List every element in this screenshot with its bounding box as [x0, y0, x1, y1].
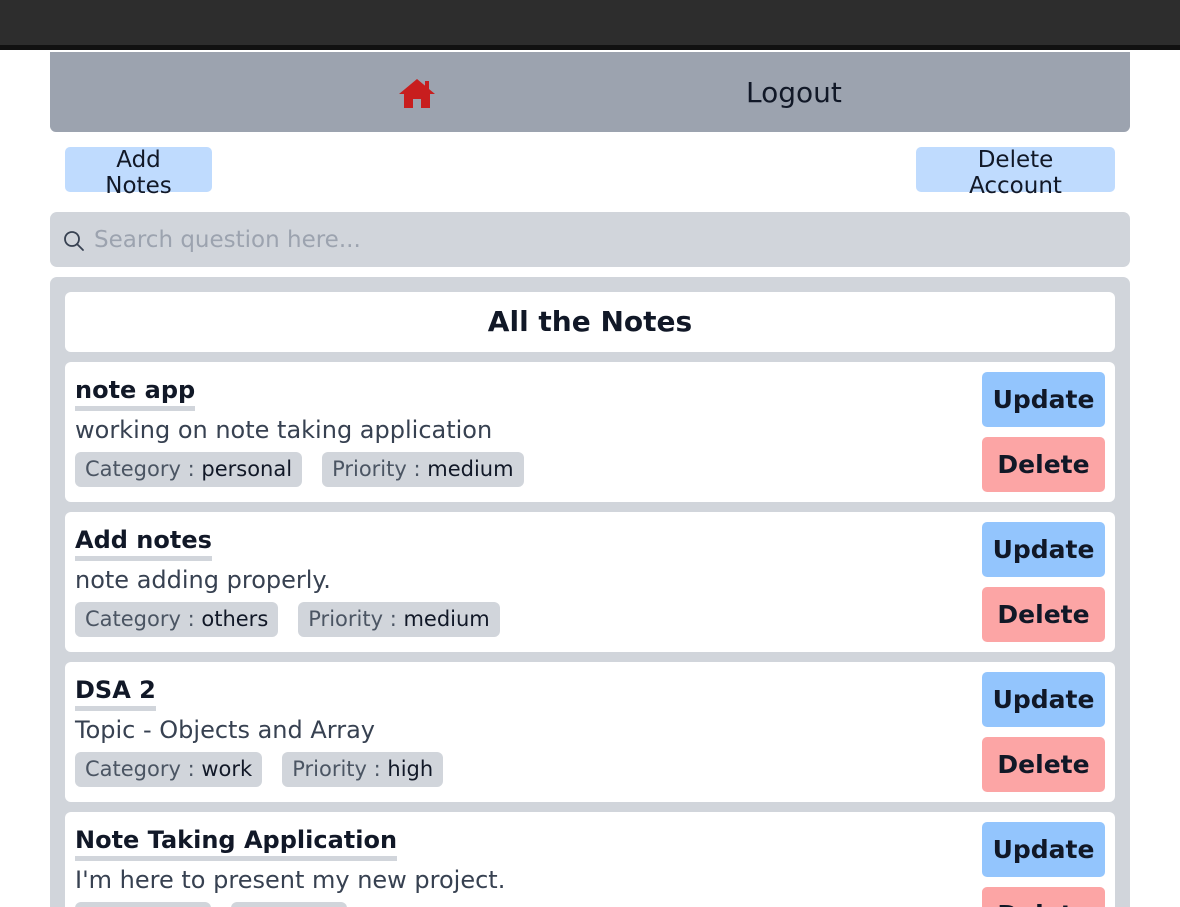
- note-card: Note Taking Application I'm here to prese…: [65, 812, 1115, 907]
- add-notes-button[interactable]: Add Notes: [65, 147, 212, 199]
- search-icon: [63, 230, 85, 252]
- notes-panel: All the Notes note app working on note ta…: [50, 277, 1130, 907]
- priority-tag: Priority : medium: [322, 452, 524, 487]
- category-tag: Category :: [75, 902, 212, 907]
- delete-button[interactable]: Delete: [982, 887, 1105, 907]
- category-tag-value: work: [201, 757, 253, 781]
- priority-tag-separator: :: [383, 607, 404, 631]
- category-tag-separator: :: [180, 757, 202, 781]
- category-tag-value: personal: [201, 457, 293, 481]
- note-title: DSA 2: [75, 676, 156, 711]
- note-card: note app working on note taking applicati…: [65, 362, 1115, 502]
- category-tag-separator: :: [180, 607, 202, 631]
- delete-button[interactable]: Delete: [982, 587, 1105, 642]
- category-tag: Category : work: [75, 752, 263, 787]
- priority-tag-separator: :: [406, 457, 428, 481]
- note-description: working on note taking application: [75, 416, 493, 444]
- note-card: Add notes note adding properly. Category :…: [65, 512, 1115, 652]
- priority-tag-value: high: [387, 757, 434, 781]
- priority-tag: Priority : high: [282, 752, 444, 787]
- browser-top-bar: [0, 0, 1180, 50]
- delete-button[interactable]: Delete: [982, 437, 1105, 492]
- priority-tag-label: Priority: [332, 457, 407, 481]
- note-description: note adding properly.: [75, 566, 331, 594]
- category-tag-value: others: [201, 607, 269, 631]
- priority-tag-separator: :: [366, 757, 388, 781]
- category-tag: Category : personal: [75, 452, 303, 487]
- note-tags: Category : work Priority : high: [75, 752, 444, 787]
- note-title: Note Taking Application: [75, 826, 398, 861]
- search-input[interactable]: [94, 220, 1114, 260]
- note-title: note app: [75, 376, 196, 411]
- delete-account-button[interactable]: Delete Account: [916, 147, 1115, 199]
- priority-tag: Priority : medium: [298, 602, 500, 637]
- search-bar: [50, 212, 1130, 267]
- note-title: Add notes: [75, 526, 212, 561]
- priority-tag-value: medium: [427, 457, 514, 481]
- note-card: DSA 2 Topic - Objects and Array Category :…: [65, 662, 1115, 802]
- logout-link[interactable]: Logout: [746, 76, 842, 109]
- note-tags: Category : others Priority : medium: [75, 602, 500, 637]
- note-tags: Category : Priority :: [75, 902, 347, 907]
- update-button[interactable]: Update: [982, 522, 1105, 577]
- panel-title: All the Notes: [65, 292, 1115, 352]
- priority-tag-label: Priority: [292, 757, 367, 781]
- priority-tag-value: medium: [403, 607, 490, 631]
- note-description: I'm here to present my new project.: [75, 866, 506, 894]
- navbar: Logout: [50, 52, 1130, 132]
- update-button[interactable]: Update: [982, 822, 1105, 877]
- category-tag: Category : others: [75, 602, 279, 637]
- note-tags: Category : personal Priority : medium: [75, 452, 524, 487]
- category-tag-label: Category: [85, 457, 181, 481]
- home-icon[interactable]: [397, 77, 437, 109]
- priority-tag: Priority :: [231, 902, 347, 907]
- category-tag-label: Category: [85, 757, 181, 781]
- priority-tag-label: Priority: [308, 607, 384, 631]
- update-button[interactable]: Update: [982, 372, 1105, 427]
- delete-button[interactable]: Delete: [982, 737, 1105, 792]
- update-button[interactable]: Update: [982, 672, 1105, 727]
- note-description: Topic - Objects and Array: [75, 716, 375, 744]
- category-tag-label: Category: [85, 607, 181, 631]
- category-tag-separator: :: [180, 457, 202, 481]
